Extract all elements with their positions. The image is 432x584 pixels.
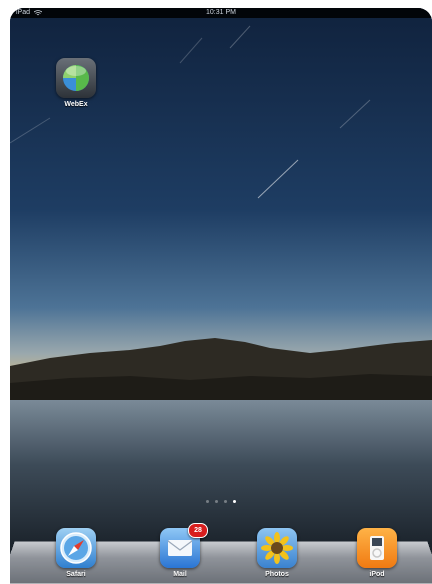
page-dot[interactable]	[215, 500, 218, 503]
dock-label-safari: Safari	[66, 571, 86, 578]
ipad-screen: iPad 10:31 PM WebEx Safari 28 Mail Photo…	[10, 8, 432, 584]
app-webex[interactable]: WebEx	[46, 58, 106, 108]
dock-app-photos[interactable]: Photos	[247, 528, 307, 578]
app-label-webex: WebEx	[64, 101, 88, 108]
dock-app-safari[interactable]: Safari	[46, 528, 106, 578]
photos-icon	[257, 528, 297, 568]
page-dot[interactable]	[206, 500, 209, 503]
dock-app-mail[interactable]: 28 Mail	[150, 523, 210, 578]
webex-icon	[56, 58, 96, 98]
dock-label-ipod: iPod	[369, 571, 385, 578]
safari-icon	[56, 528, 96, 568]
page-dot-current[interactable]	[233, 500, 236, 503]
page-indicator[interactable]	[10, 500, 432, 503]
dock-app-ipod[interactable]: iPod	[347, 528, 407, 578]
dock-label-mail: Mail	[173, 571, 187, 578]
status-bar: iPad 10:31 PM	[10, 8, 432, 18]
ipod-icon	[357, 528, 397, 568]
status-time: 10:31 PM	[206, 9, 236, 16]
mail-badge: 28	[188, 523, 208, 538]
page-dot[interactable]	[224, 500, 227, 503]
dock-label-photos: Photos	[265, 571, 289, 578]
